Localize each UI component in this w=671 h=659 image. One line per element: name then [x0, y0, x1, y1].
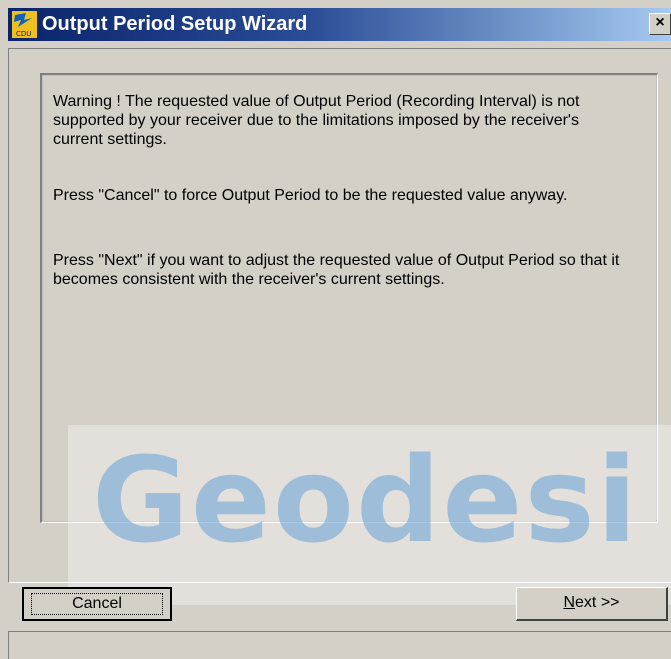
next-button-label: ext >> [575, 594, 620, 611]
close-icon[interactable]: × [649, 13, 671, 35]
wizard-window: CDU Output Period Setup Wizard × Warning… [0, 0, 671, 659]
cancel-button[interactable]: Cancel [22, 587, 172, 621]
cancel-button-label: Cancel [31, 593, 163, 615]
status-bar [8, 631, 671, 659]
watermark-text: Geodesi [92, 431, 640, 569]
app-icon: CDU [12, 11, 37, 38]
next-instruction-text: Press "Next" if you want to adjust the r… [53, 252, 620, 288]
window-title: Output Period Setup Wizard [42, 13, 308, 35]
title-bar[interactable]: CDU Output Period Setup Wizard × [8, 8, 671, 41]
next-button[interactable]: Next >> [516, 587, 668, 621]
warning-text: Warning ! The requested value of Output … [53, 93, 580, 148]
svg-text:CDU: CDU [16, 30, 31, 38]
next-button-accel: N [563, 594, 576, 611]
cancel-instruction-text: Press "Cancel" to force Output Period to… [53, 187, 568, 204]
